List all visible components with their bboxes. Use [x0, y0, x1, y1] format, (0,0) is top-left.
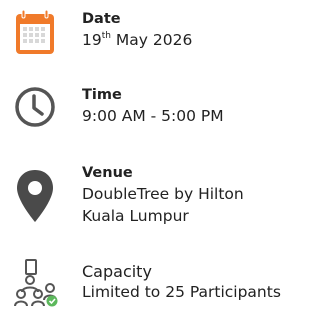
date-row: Date 19th May 2026: [0, 8, 319, 60]
capacity-title: Capacity: [82, 262, 152, 281]
date-day: 19: [82, 31, 102, 49]
capacity-value: Limited to 25 Participants: [82, 283, 281, 301]
venue-line2: Kuala Lumpur: [82, 207, 189, 225]
clock-icon: [12, 84, 58, 134]
venue-text: Venue DoubleTree by Hilton Kuala Lumpur: [82, 164, 244, 227]
venue-title: Venue: [82, 165, 133, 181]
time-title: Time: [82, 87, 122, 103]
date-rest: May 2026: [115, 31, 193, 49]
time-text: Time 9:00 AM - 5:00 PM: [82, 86, 224, 127]
date-suffix: th: [101, 30, 111, 41]
capacity-text: Capacity Limited to 25 Participants: [82, 262, 281, 303]
date-title: Date: [82, 11, 121, 27]
time-row: Time 9:00 AM - 5:00 PM: [0, 84, 319, 134]
location-pin-icon: [14, 168, 56, 230]
time-value: 9:00 AM - 5:00 PM: [82, 107, 224, 125]
people-group-icon: [14, 258, 60, 312]
calendar-icon: [12, 8, 58, 60]
venue-row: Venue DoubleTree by Hilton Kuala Lumpur: [0, 162, 319, 234]
capacity-row: Capacity Limited to 25 Participants: [0, 258, 319, 308]
date-value: 19th May 2026: [82, 29, 192, 51]
date-text: Date 19th May 2026: [82, 10, 192, 51]
venue-line1: DoubleTree by Hilton: [82, 185, 244, 203]
